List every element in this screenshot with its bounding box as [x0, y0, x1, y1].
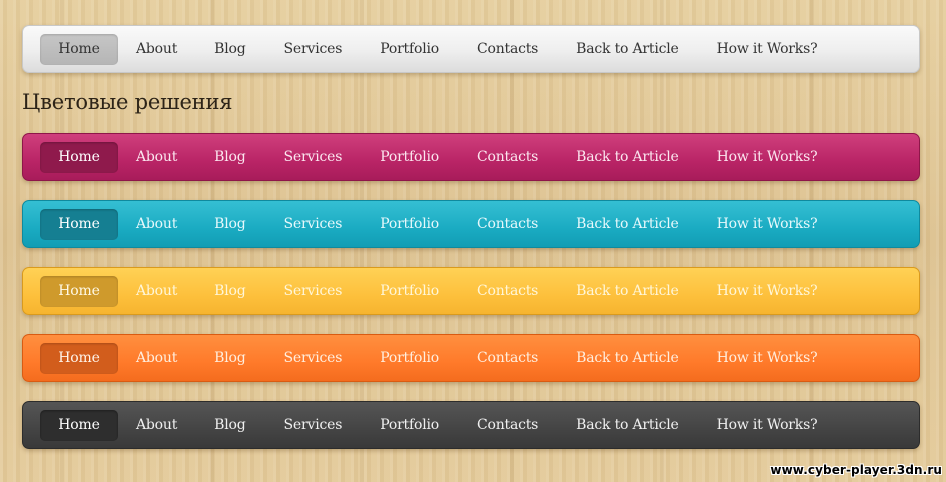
nav-item-contacts[interactable]: Contacts — [458, 142, 557, 173]
nav-item-back-to-article[interactable]: Back to Article — [557, 142, 697, 173]
nav-item-home[interactable]: Home — [40, 409, 118, 441]
nav-item-services[interactable]: Services — [265, 209, 362, 240]
nav-item-back-to-article[interactable]: Back to Article — [557, 410, 697, 441]
navbar-yellow: Home About Blog Services Portfolio Conta… — [22, 267, 920, 315]
nav-item-contacts[interactable]: Contacts — [458, 343, 557, 374]
nav-item-blog[interactable]: Blog — [195, 142, 264, 173]
nav-item-back-to-article[interactable]: Back to Article — [557, 343, 697, 374]
nav-item-portfolio[interactable]: Portfolio — [361, 209, 458, 240]
nav-item-services[interactable]: Services — [265, 343, 362, 374]
nav-item-blog[interactable]: Blog — [195, 410, 264, 441]
nav-item-portfolio[interactable]: Portfolio — [361, 343, 458, 374]
nav-item-contacts[interactable]: Contacts — [458, 209, 557, 240]
nav-item-how-it-works[interactable]: How it Works? — [698, 276, 837, 307]
nav-item-blog[interactable]: Blog — [195, 276, 264, 307]
nav-item-portfolio[interactable]: Portfolio — [361, 34, 458, 65]
navbar-teal: Home About Blog Services Portfolio Conta… — [22, 200, 920, 248]
nav-item-how-it-works[interactable]: How it Works? — [698, 410, 837, 441]
nav-item-portfolio[interactable]: Portfolio — [361, 142, 458, 173]
nav-item-home[interactable]: Home — [40, 141, 118, 173]
nav-item-about[interactable]: About — [118, 343, 195, 374]
nav-item-back-to-article[interactable]: Back to Article — [557, 276, 697, 307]
nav-item-home[interactable]: Home — [40, 275, 118, 307]
nav-item-back-to-article[interactable]: Back to Article — [557, 34, 697, 65]
nav-item-how-it-works[interactable]: How it Works? — [698, 343, 837, 374]
watermark-text: www.cyber-player.3dn.ru — [770, 463, 942, 477]
section-title: Цветовые решения — [22, 90, 233, 114]
nav-item-services[interactable]: Services — [265, 142, 362, 173]
nav-item-about[interactable]: About — [118, 34, 195, 65]
nav-item-services[interactable]: Services — [265, 410, 362, 441]
navbar-light: Home About Blog Services Portfolio Conta… — [22, 25, 920, 73]
nav-item-blog[interactable]: Blog — [195, 34, 264, 65]
nav-item-home[interactable]: Home — [40, 342, 118, 374]
nav-item-contacts[interactable]: Contacts — [458, 276, 557, 307]
nav-item-services[interactable]: Services — [265, 276, 362, 307]
nav-item-how-it-works[interactable]: How it Works? — [698, 34, 837, 65]
nav-item-contacts[interactable]: Contacts — [458, 410, 557, 441]
nav-item-how-it-works[interactable]: How it Works? — [698, 209, 837, 240]
nav-item-blog[interactable]: Blog — [195, 209, 264, 240]
nav-item-services[interactable]: Services — [265, 34, 362, 65]
nav-item-about[interactable]: About — [118, 142, 195, 173]
nav-item-blog[interactable]: Blog — [195, 343, 264, 374]
nav-item-how-it-works[interactable]: How it Works? — [698, 142, 837, 173]
navbar-magenta: Home About Blog Services Portfolio Conta… — [22, 133, 920, 181]
nav-item-home[interactable]: Home — [40, 208, 118, 240]
nav-item-about[interactable]: About — [118, 410, 195, 441]
navbar-orange: Home About Blog Services Portfolio Conta… — [22, 334, 920, 382]
nav-item-back-to-article[interactable]: Back to Article — [557, 209, 697, 240]
navbar-dark: Home About Blog Services Portfolio Conta… — [22, 401, 920, 449]
nav-item-about[interactable]: About — [118, 276, 195, 307]
nav-item-home[interactable]: Home — [40, 33, 118, 65]
nav-item-contacts[interactable]: Contacts — [458, 34, 557, 65]
nav-item-about[interactable]: About — [118, 209, 195, 240]
nav-item-portfolio[interactable]: Portfolio — [361, 276, 458, 307]
nav-item-portfolio[interactable]: Portfolio — [361, 410, 458, 441]
